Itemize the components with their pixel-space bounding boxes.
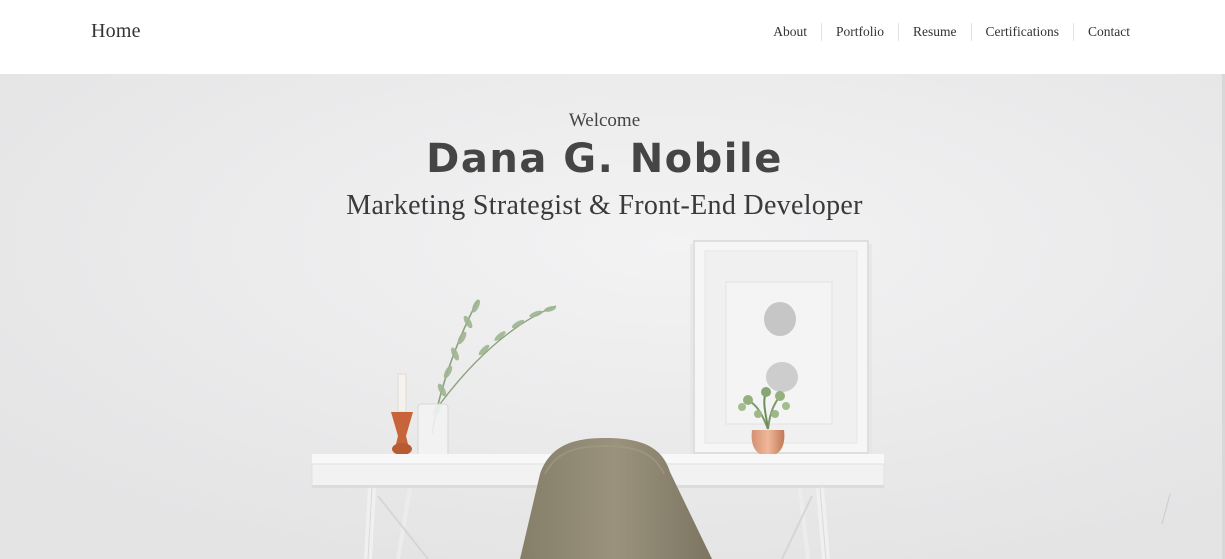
welcome-text: Welcome	[568, 110, 641, 131]
hero-subtitle: Marketing Strategist & Front-End Develop…	[346, 190, 863, 221]
nav-menu: About Portfolio Resume Certifications Co…	[759, 23, 1130, 41]
nav-item-portfolio[interactable]: Portfolio	[821, 23, 898, 41]
nav-item-certifications[interactable]: Certifications	[970, 23, 1073, 41]
home-link[interactable]: Home	[91, 20, 141, 43]
picture-frame	[690, 240, 872, 456]
hero-section: Welcome Dana G. Nobile Marketing Strateg…	[0, 74, 1225, 559]
nav-item-contact[interactable]: Contact	[1073, 23, 1130, 41]
nav-item-about[interactable]: About	[759, 23, 821, 41]
hero-name: Dana G. Nobile	[426, 136, 783, 182]
navbar: Home About Portfolio Resume Certificatio…	[0, 0, 1225, 74]
nav-item-resume[interactable]: Resume	[898, 23, 971, 41]
